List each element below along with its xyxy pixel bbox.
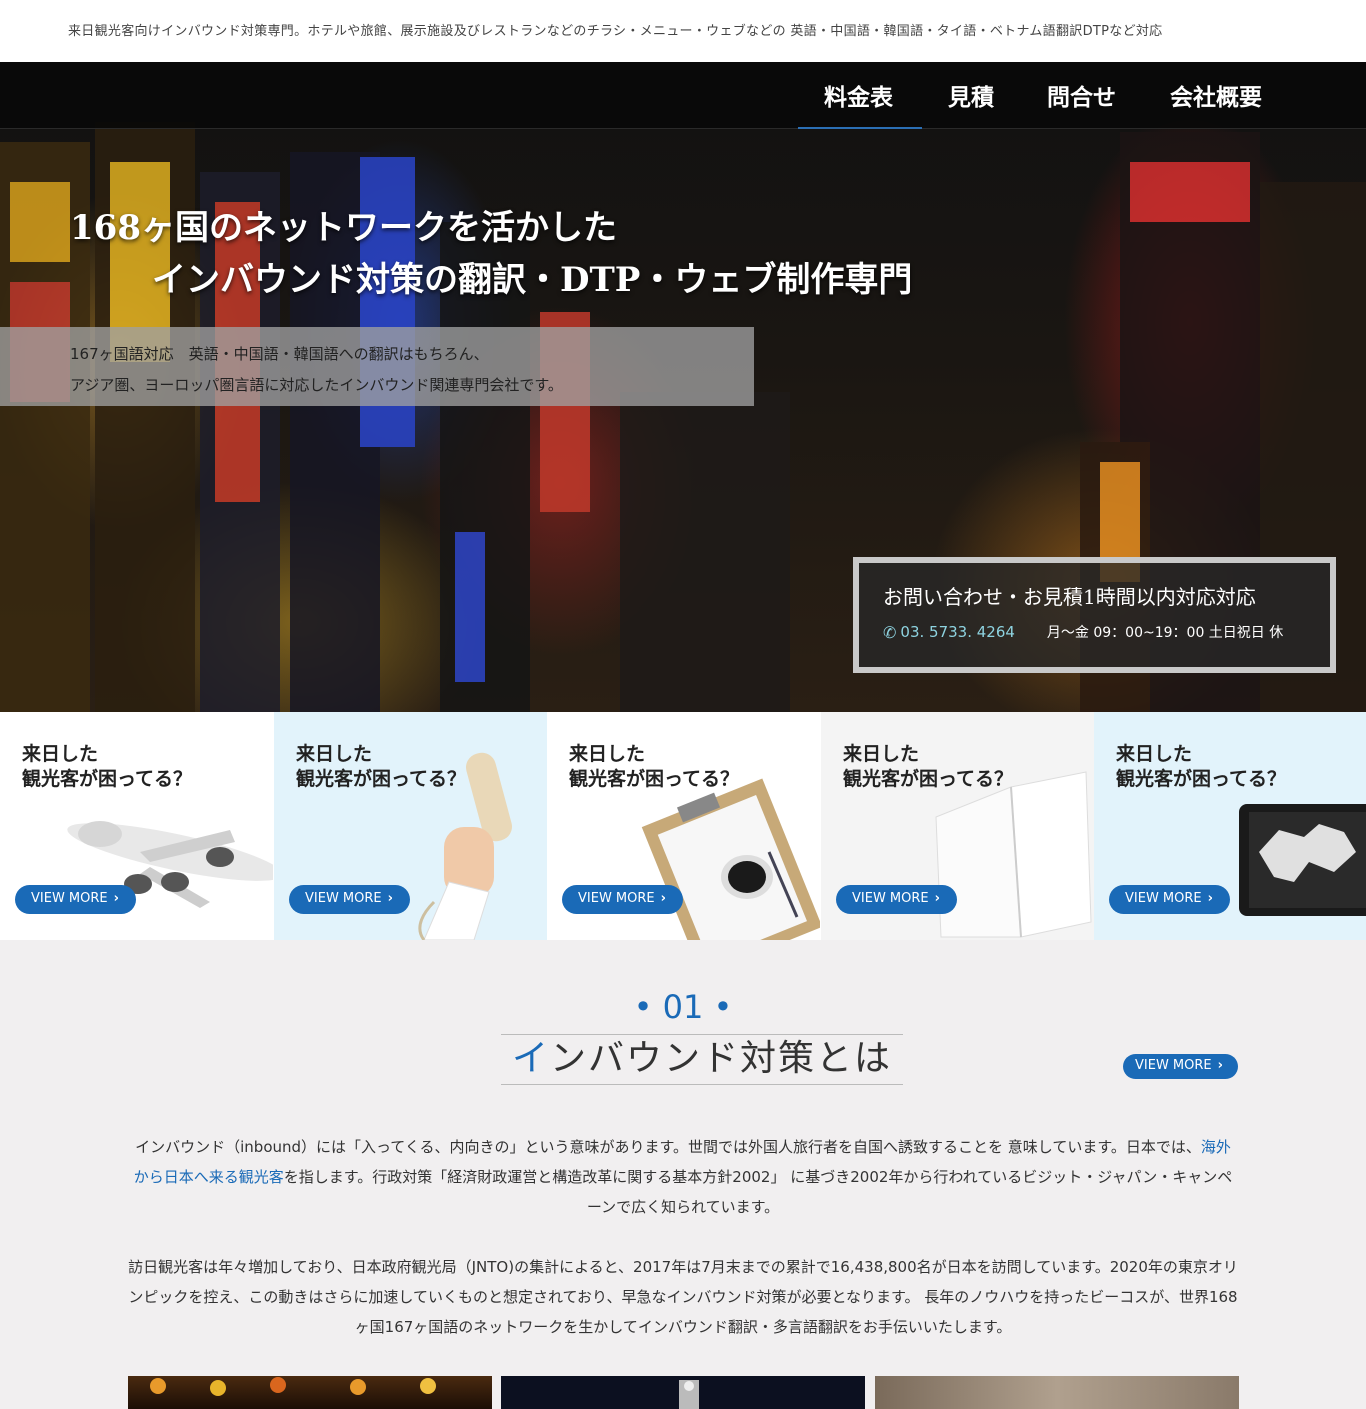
card-title: 来日した 観光客が困ってる？ [22,743,193,790]
top-banner-text: 来日観光客向けインバウンド対策専門。ホテルや旅館、展示施設及びレストランなどのチ… [68,24,1163,39]
section-view-more-button[interactable]: VIEW MORE › [1123,1054,1238,1079]
chevron-right-icon: › [113,891,119,906]
feature-cards: 来日した 観光客が困ってる？ VIEW MORE › 来日した 観光客が困ってる？… [0,712,1366,940]
lanterns-image [150,1377,436,1396]
chevron-right-icon: › [1217,1058,1223,1073]
feature-card[interactable]: 来日した 観光客が困ってる？ VIEW MORE › [1094,712,1366,940]
hero: 料金表 見積 問合せ 会社概要 168ヶ国のネットワークを活かした インバウンド… [0,62,1366,712]
hero-description-line2: アジア圏、ヨーロッパ圏言語に対応したインバウンド関連専門会社です。 [70,376,563,394]
view-more-button[interactable]: VIEW MORE › [15,885,136,914]
card-title: 来日した 観光客が困ってる？ [1116,743,1287,790]
view-more-button[interactable]: VIEW MORE › [562,885,683,914]
view-more-button[interactable]: VIEW MORE › [1109,885,1230,914]
section-paragraph-2: 訪日観光客は年々増加しており、日本政府観光局（JNTO)の集計によると、2017… [128,1258,1238,1336]
chevron-right-icon: › [1207,891,1213,906]
chevron-right-icon: › [934,891,940,906]
phone-icon: ✆ [883,622,897,642]
contact-line: ✆ 03. 5733. 4264 月〜金 09：00~19：00 土日祝日 休 [883,622,1330,642]
nav-active-indicator [798,127,922,129]
top-banner: 来日観光客向けインバウンド対策専門。ホテルや旅館、展示施設及びレストランなどのチ… [0,0,1366,62]
section-number: • 01 • [633,988,733,1026]
nav-item-contact[interactable]: 問合せ [1047,78,1116,112]
nav-item-pricing[interactable]: 料金表 [824,78,893,112]
nav-item-company[interactable]: 会社概要 [1170,78,1262,112]
hero-title-line1: 168ヶ国のネットワークを活かした [70,208,617,248]
chevron-right-icon: › [387,891,393,906]
card-title: 来日した 観光客が困ってる？ [569,743,740,790]
clocktower-photo [501,1376,865,1409]
section-inbound: • 01 • インバウンド対策とは VIEW MORE › インバウンド（inbo… [0,940,1366,1409]
main-nav: 料金表 見積 問合せ 会社概要 [0,62,1366,129]
contact-title: お問い合わせ・お見積1時間以内対応対応 [883,585,1256,609]
hero-description-line1: 167ヶ国語対応 英語・中国語・韓国語への翻訳はもちろん、 [70,345,489,363]
feature-card[interactable]: 来日した 観光客が困ってる？ VIEW MORE › [547,712,820,940]
view-more-button[interactable]: VIEW MORE › [836,885,957,914]
contact-box: お問い合わせ・お見積1時間以内対応対応 ✆ 03. 5733. 4264 月〜金… [853,557,1336,673]
section-title-frame: インバウンド対策とは [501,1034,903,1085]
izakaya-photo [128,1376,492,1409]
chevron-right-icon: › [660,891,666,906]
feature-card[interactable]: 来日した 観光客が困ってる？ VIEW MORE › [274,712,547,940]
feature-card[interactable]: 来日した 観光客が困ってる？ VIEW MORE › [821,712,1094,940]
clocktower-image [679,1380,699,1409]
card-title: 来日した 観光客が困ってる？ [296,743,467,790]
hero-description: 167ヶ国語対応 英語・中国語・韓国語への翻訳はもちろん、 アジア圏、ヨーロッパ… [0,327,754,406]
business-hours: 月〜金 09：00~19：00 土日祝日 休 [1046,625,1284,641]
feature-card[interactable]: 来日した 観光客が困ってる？ VIEW MORE › [0,712,273,940]
card-title: 来日した 観光客が困ってる？ [843,743,1014,790]
view-more-button[interactable]: VIEW MORE › [289,885,410,914]
museum-photo [875,1376,1239,1409]
section-title: インバウンド対策とは [511,1038,893,1079]
hero-title-line2: インバウンド対策の翻訳・DTP・ウェブ制作専門 [152,260,913,300]
phone-number[interactable]: 03. 5733. 4264 [900,623,1015,641]
section-paragraph-1: インバウンド（inbound）には「入ってくる、内向きの」という意味があります。… [133,1138,1233,1216]
nav-item-estimate[interactable]: 見積 [948,78,994,112]
